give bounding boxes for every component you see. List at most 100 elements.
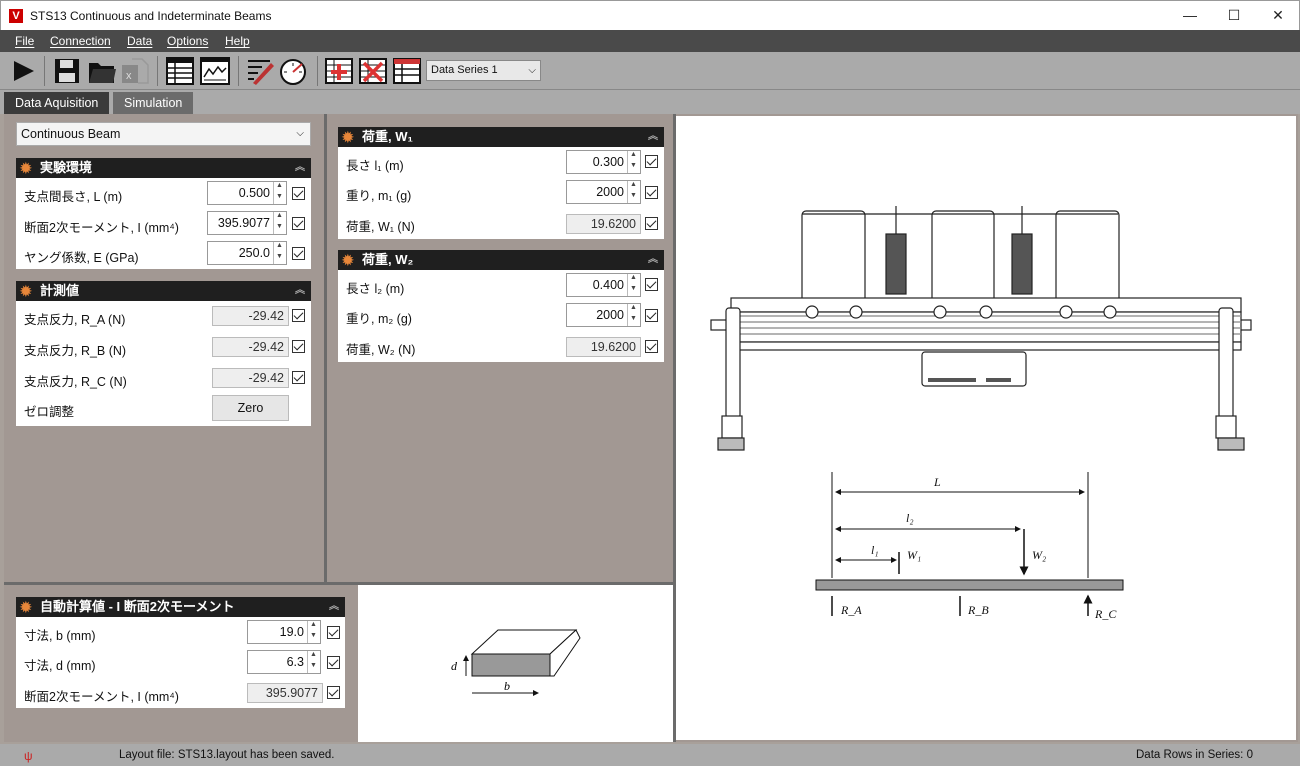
env-moment-label: 断面2次モーメント, I (mm⁴) (24, 221, 179, 235)
measure-title: 計測値 (40, 283, 80, 298)
w1-load-checkbox[interactable] (645, 217, 658, 230)
collapse-icon[interactable]: ︽ (648, 250, 658, 270)
w2-length-input[interactable]: 0.400 (566, 273, 641, 297)
beam-type-select[interactable]: Continuous Beam ⌵ (16, 122, 311, 146)
spin-arrows-icon[interactable] (307, 621, 320, 643)
env-length-label: 支点間長さ, L (m) (24, 190, 123, 204)
svg-text:x: x (126, 70, 132, 82)
auto-moment-label: 断面2次モーメント, I (mm⁴) (24, 690, 179, 704)
w2-load-checkbox[interactable] (645, 340, 658, 353)
app-logo-icon: V (9, 9, 23, 23)
delete-column-icon[interactable] (358, 55, 388, 87)
auto-moment-checkbox[interactable] (327, 686, 340, 699)
gear-icon: ✹ (20, 599, 32, 615)
diagram-l2: l₂ (906, 511, 914, 525)
w1-mass-input[interactable]: 2000 (566, 180, 641, 204)
w2-length-checkbox[interactable] (645, 278, 658, 291)
open-folder-icon[interactable] (87, 55, 117, 87)
menu-bar: File Connection Data Options Help (0, 30, 1300, 52)
reaction-a-checkbox[interactable] (292, 309, 305, 322)
table-icon[interactable] (165, 55, 195, 87)
toolbar-separator (238, 56, 239, 86)
spin-arrows-icon[interactable] (273, 212, 286, 234)
w1-header[interactable]: ✹ 荷重, W₁ ︽ (338, 127, 664, 147)
spin-arrows-icon[interactable] (273, 182, 286, 204)
close-button[interactable]: ✕ (1256, 1, 1300, 31)
zero-label: ゼロ調整 (24, 405, 75, 419)
env-young-input[interactable]: 250.0 (207, 241, 287, 265)
diagram-L: L (933, 475, 941, 489)
add-column-icon[interactable] (324, 55, 354, 87)
collapse-icon[interactable]: ︽ (295, 158, 305, 178)
menu-help[interactable]: Help (225, 34, 250, 48)
env-length-checkbox[interactable] (292, 187, 305, 200)
w2-load-field: 19.6200 (566, 337, 641, 357)
spin-arrows-icon[interactable] (627, 151, 640, 173)
tab-data-aquisition[interactable]: Data Aquisition (4, 92, 110, 114)
w2-mass-checkbox[interactable] (645, 309, 658, 322)
w1-load-value: 19.6200 (590, 217, 636, 231)
reaction-c-checkbox[interactable] (292, 371, 305, 384)
env-moment-checkbox[interactable] (292, 217, 305, 230)
env-length-value: 0.500 (238, 186, 270, 200)
reaction-b-value: -29.42 (248, 340, 284, 354)
w2-mass-label: 重り, m₂ (g) (346, 312, 412, 326)
auto-header[interactable]: ✹ 自動計算値 - I 断面2次モーメント ︽ (16, 597, 345, 617)
diagram-l1: l₁ (871, 543, 879, 557)
save-icon[interactable] (52, 55, 82, 87)
env-length-input[interactable]: 0.500 (207, 181, 287, 205)
w2-mass-input[interactable]: 2000 (566, 303, 641, 327)
env-moment-input[interactable]: 395.9077 (207, 211, 287, 235)
reaction-b-field: -29.42 (212, 337, 289, 357)
play-icon[interactable] (8, 55, 38, 87)
chevron-down-icon: ⌵ (528, 65, 536, 76)
w1-length-value: 0.300 (592, 155, 624, 169)
menu-options[interactable]: Options (167, 34, 208, 48)
toolbar-separator (317, 56, 318, 86)
graph-icon[interactable] (200, 55, 230, 87)
spin-arrows-icon[interactable] (273, 242, 286, 264)
spin-arrows-icon[interactable] (307, 651, 320, 673)
reaction-b-checkbox[interactable] (292, 340, 305, 353)
pencil-ruler-icon[interactable] (245, 55, 275, 87)
w1-mass-checkbox[interactable] (645, 186, 658, 199)
spin-arrows-icon[interactable] (627, 304, 640, 326)
spin-arrows-icon[interactable] (627, 274, 640, 296)
env-title: 実験環境 (40, 160, 93, 175)
tab-simulation[interactable]: Simulation (113, 92, 194, 114)
diagram-W2: W₂ (1032, 548, 1046, 562)
dim-d-input[interactable]: 6.3 (247, 650, 321, 674)
menu-file[interactable]: File (15, 34, 34, 48)
dim-b-checkbox[interactable] (327, 626, 340, 639)
menu-data[interactable]: Data (127, 34, 152, 48)
data-series-select[interactable]: Data Series 1 ⌵ (426, 60, 541, 81)
collapse-icon[interactable]: ︽ (648, 127, 658, 147)
minimize-button[interactable]: — (1168, 1, 1212, 31)
w2-header[interactable]: ✹ 荷重, W₂ ︽ (338, 250, 664, 270)
dim-b-text: b (504, 679, 510, 693)
collapse-icon[interactable]: ︽ (295, 281, 305, 301)
beam-type-value: Continuous Beam (21, 127, 121, 141)
diagram-RA: R_A (840, 603, 862, 617)
maximize-button[interactable]: ☐ (1212, 1, 1256, 31)
w2-load-value: 19.6200 (590, 340, 636, 354)
w1-load-field: 19.6200 (566, 214, 641, 234)
dim-b-label: 寸法, b (mm) (24, 629, 96, 643)
dim-d-checkbox[interactable] (327, 656, 340, 669)
spin-arrows-icon[interactable] (627, 181, 640, 203)
gauge-icon[interactable] (278, 55, 308, 87)
w1-length-checkbox[interactable] (645, 155, 658, 168)
w1-length-label: 長さ l₁ (m) (346, 159, 404, 173)
env-young-checkbox[interactable] (292, 247, 305, 260)
table-settings-icon[interactable] (392, 55, 422, 87)
excel-icon[interactable]: x (120, 55, 150, 87)
zero-button[interactable]: Zero (212, 395, 289, 421)
collapse-icon[interactable]: ︽ (329, 597, 339, 617)
env-header[interactable]: ✹ 実験環境 ︽ (16, 158, 311, 178)
w1-length-input[interactable]: 0.300 (566, 150, 641, 174)
env-young-label: ヤング係数, E (GPa) (24, 251, 139, 265)
reaction-a-value: -29.42 (248, 309, 284, 323)
dim-b-input[interactable]: 19.0 (247, 620, 321, 644)
menu-connection[interactable]: Connection (50, 34, 111, 48)
measure-header[interactable]: ✹ 計測値 ︽ (16, 281, 311, 301)
